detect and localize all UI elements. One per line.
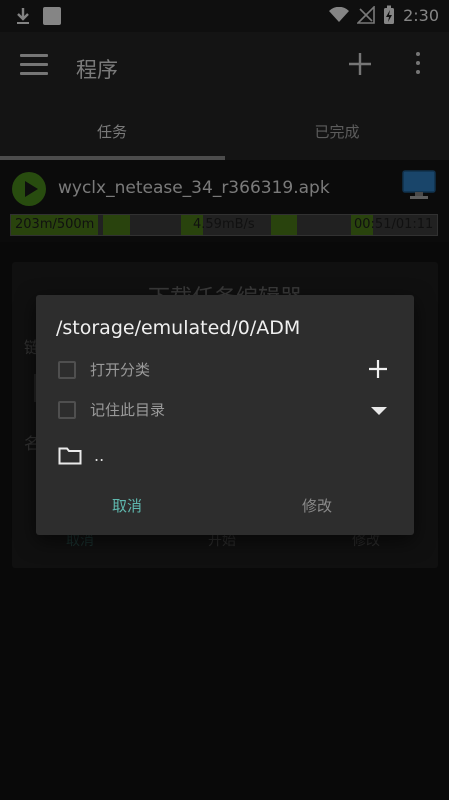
open-category-checkbox[interactable] [58, 360, 76, 379]
open-category-label: 打开分类 [90, 361, 151, 379]
remember-directory-checkbox[interactable] [58, 400, 76, 419]
remember-directory-label: 记住此目录 [90, 401, 166, 419]
modify-button[interactable]: 修改 [302, 495, 332, 516]
folder-picker-dialog: /storage/emulated/0/ADM 打开分类 记住此目录 .. 取消… [36, 295, 414, 535]
folder-name: .. [94, 445, 105, 465]
cancel-button[interactable]: 取消 [112, 495, 142, 516]
open-category-option[interactable]: 打开分类 [58, 359, 150, 380]
current-path: /storage/emulated/0/ADM [56, 317, 301, 339]
plus-icon[interactable] [368, 359, 388, 379]
remember-directory-option[interactable]: 记住此目录 [58, 399, 165, 420]
folder-icon [58, 447, 82, 465]
dropdown-arrow-icon[interactable] [371, 407, 387, 415]
parent-folder-item[interactable]: .. [58, 445, 104, 465]
